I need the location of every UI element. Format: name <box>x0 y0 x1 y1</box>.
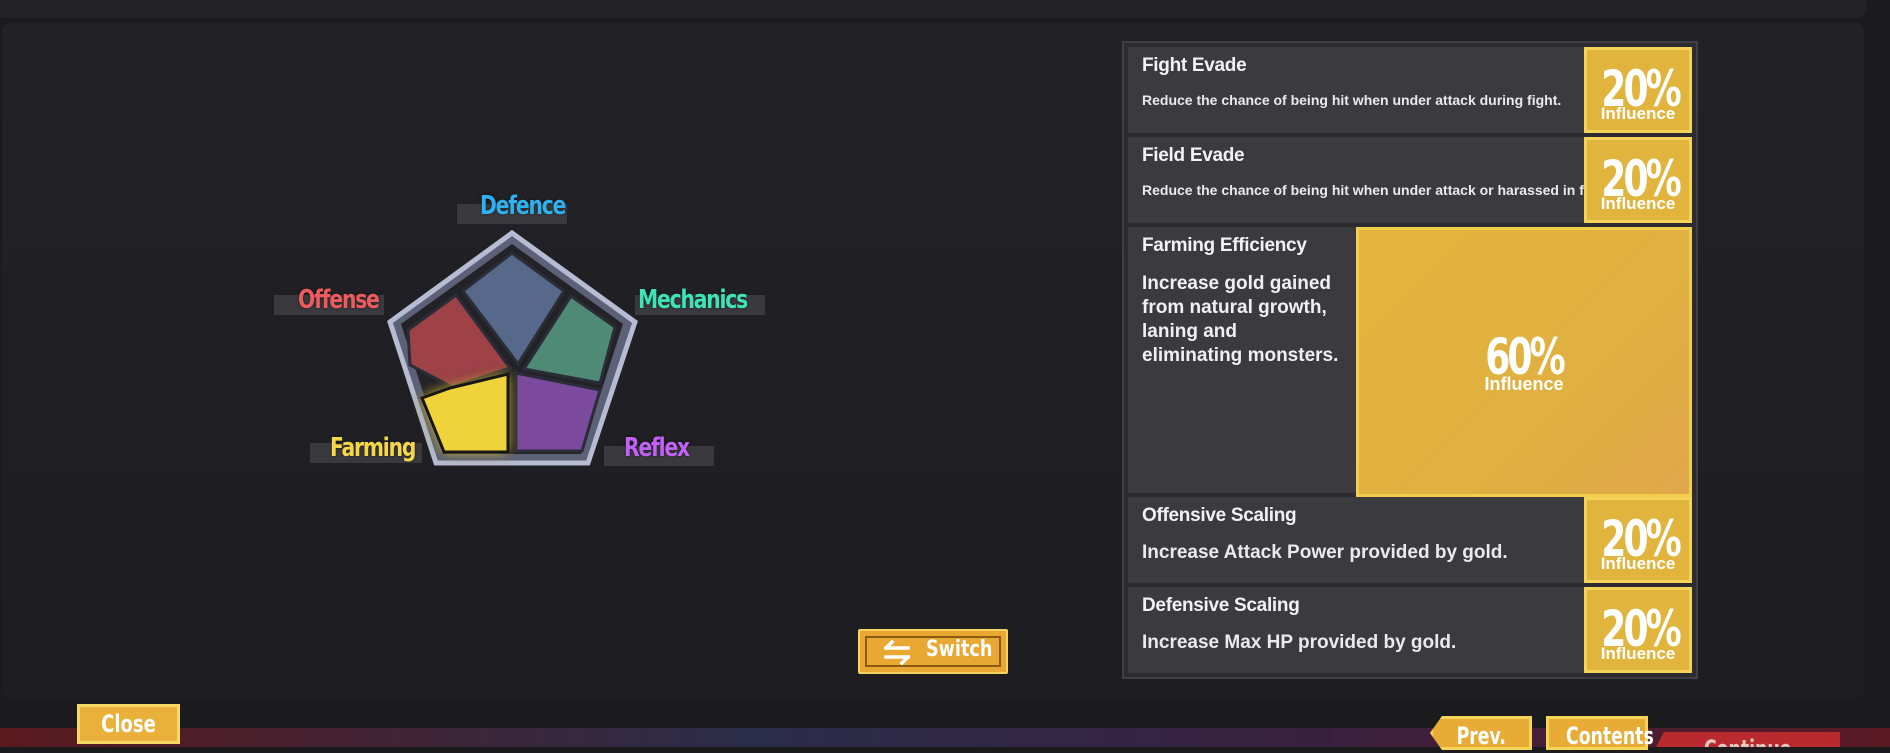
swap-arrows-icon <box>883 639 911 665</box>
influence-badge: 20% Influence <box>1584 587 1692 673</box>
row-description: Increase Attack Power provided by gold. <box>1142 542 1508 563</box>
switch-label: Switch <box>926 637 993 662</box>
table-row-offensive-scaling: Offensive Scaling Increase Attack Power … <box>1128 497 1692 583</box>
top-strip <box>0 0 1866 18</box>
table-row-defensive-scaling: Defensive Scaling Increase Max HP provid… <box>1128 587 1692 673</box>
defence-label: Defence <box>480 191 566 221</box>
row-title: Defensive Scaling <box>1142 595 1300 616</box>
continue-button[interactable]: Continue <box>1656 732 1840 747</box>
row-title: Farming Efficiency <box>1142 235 1307 256</box>
row-description: Reduce the chance of being hit when unde… <box>1142 182 1612 198</box>
influence-badge: 20% Influence <box>1584 47 1692 133</box>
influence-badge: 20% Influence <box>1584 497 1692 583</box>
row-title: Offensive Scaling <box>1142 505 1297 526</box>
reflex-label: Reflex <box>624 433 690 463</box>
table-row-fight-evade: Fight Evade Reduce the chance of being h… <box>1128 47 1692 133</box>
table-row-field-evade: Field Evade Reduce the chance of being h… <box>1128 137 1692 223</box>
offense-label: Offense <box>298 285 380 315</box>
mechanics-label: Mechanics <box>638 285 748 315</box>
farming-label: Farming <box>330 433 416 463</box>
row-description: Reduce the chance of being hit when unde… <box>1142 92 1562 108</box>
switch-button[interactable]: Switch <box>858 629 1008 674</box>
influence-badge: 20% Influence <box>1584 137 1692 223</box>
attribute-pentagon: Defence Mechanics Reflex Farming Offense <box>260 170 780 500</box>
row-title: Field Evade <box>1142 145 1245 166</box>
influence-table: Fight Evade Reduce the chance of being h… <box>1122 41 1698 679</box>
table-row-farming-efficiency: Farming Efficiency Increase gold gained … <box>1128 227 1692 497</box>
prev-button[interactable]: Prev. <box>1430 716 1532 750</box>
contents-button[interactable]: Contents <box>1546 716 1654 750</box>
row-description: Increase gold gained from natural growth… <box>1142 273 1339 366</box>
row-description: Increase Max HP provided by gold. <box>1142 632 1457 653</box>
influence-badge-large: 60% Influence <box>1356 227 1692 497</box>
row-title: Fight Evade <box>1142 55 1247 76</box>
close-button[interactable]: Close <box>77 704 180 744</box>
